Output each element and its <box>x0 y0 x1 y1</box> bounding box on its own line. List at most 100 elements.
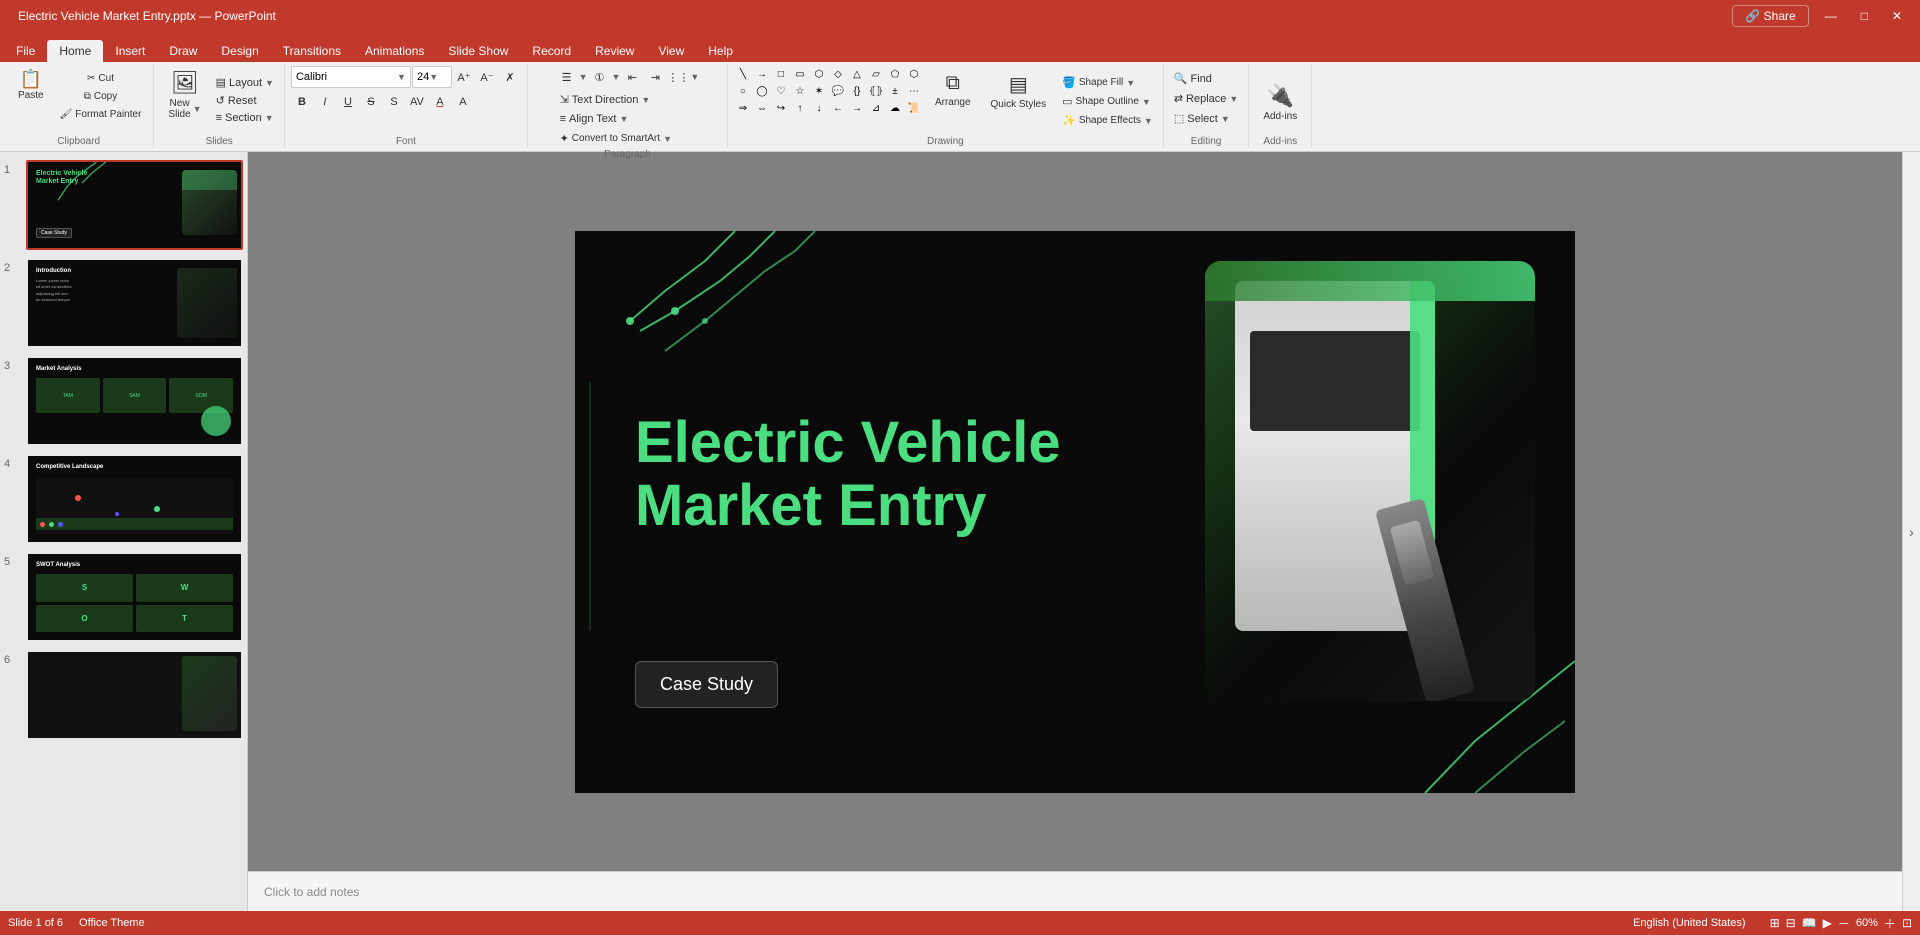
increase-font-button[interactable]: A⁺ <box>453 66 475 88</box>
shape-line[interactable]: ╲ <box>734 66 752 82</box>
slide-img-1[interactable]: Electric VehicleMarket Entry Case Study <box>26 160 243 250</box>
shape-notch[interactable]: ⊿ <box>867 100 885 116</box>
shape-cloud[interactable]: ☁ <box>886 100 904 116</box>
close-button[interactable]: ✕ <box>1884 7 1910 25</box>
shape-trapezoid[interactable]: ⬡ <box>810 66 828 82</box>
decrease-font-button[interactable]: A⁻ <box>476 66 498 88</box>
presenter-view-button[interactable]: ▶ <box>1823 916 1832 930</box>
slide-img-4[interactable]: Competitive Landscape <box>26 454 243 544</box>
shape-callout[interactable]: 💬 <box>829 83 847 99</box>
format-painter-button[interactable]: 🖌 Format Painter <box>54 106 148 123</box>
shape-diamond[interactable]: ◇ <box>829 66 847 82</box>
shape-oval[interactable]: ◯ <box>753 83 771 99</box>
shape-star6[interactable]: ✶ <box>810 83 828 99</box>
copy-button[interactable]: ⧉ Copy <box>54 88 148 105</box>
select-button[interactable]: ⬚ Select ▼ <box>1170 110 1234 127</box>
slide-thumb-1[interactable]: 1 Electric VehicleMarket Entry Case Stud… <box>4 160 243 250</box>
italic-button[interactable]: I <box>314 91 336 113</box>
strikethrough-button[interactable]: S <box>360 91 382 113</box>
tab-home[interactable]: Home <box>47 40 103 62</box>
paste-button[interactable]: 📋 Paste <box>10 66 52 105</box>
shadow-button[interactable]: S <box>383 91 405 113</box>
shape-bracket[interactable]: {} <box>848 83 866 99</box>
fit-window-button[interactable]: ⊡ <box>1902 916 1912 930</box>
tab-help[interactable]: Help <box>696 40 745 62</box>
slide-img-6[interactable] <box>26 650 243 740</box>
shape-triangle[interactable]: △ <box>848 66 866 82</box>
increase-indent-button[interactable]: ⇥ <box>644 66 666 88</box>
shape-uarrow[interactable]: ↑ <box>791 100 809 116</box>
shape-doublearrow[interactable]: ⇔ <box>753 100 771 116</box>
columns-button[interactable]: ⋮⋮ <box>667 66 689 88</box>
shape-brace[interactable]: ⦃⦄ <box>867 83 885 99</box>
shape-rarrow[interactable]: → <box>848 100 866 116</box>
text-direction-button[interactable]: ⇲ Text Direction ▼ <box>556 91 655 108</box>
maximize-button[interactable]: □ <box>1853 7 1876 25</box>
shape-heart[interactable]: ♡ <box>772 83 790 99</box>
section-button[interactable]: ≡ Section ▼ <box>212 110 278 126</box>
slide-canvas[interactable]: Electric Vehicle Market Entry Case Study <box>248 152 1902 871</box>
tab-insert[interactable]: Insert <box>103 40 157 62</box>
clear-format-button[interactable]: ✗ <box>499 66 521 88</box>
slide-img-3[interactable]: Market Analysis TAM SAM SOM <box>26 356 243 446</box>
shape-effects-button[interactable]: ✨ Shape Effects ▼ <box>1058 112 1157 129</box>
new-slide-button[interactable]: 🖼 New Slide ▼ <box>160 66 209 124</box>
tab-transitions[interactable]: Transitions <box>271 40 353 62</box>
tab-view[interactable]: View <box>646 40 696 62</box>
shape-fill-button[interactable]: 🪣 Shape Fill ▼ <box>1058 74 1157 91</box>
reading-view-button[interactable]: 📖 <box>1802 916 1817 930</box>
font-name-selector[interactable]: Calibri ▼ <box>291 66 411 88</box>
notes-bar[interactable]: Click to add notes <box>248 871 1902 911</box>
tab-review[interactable]: Review <box>583 40 646 62</box>
layout-button[interactable]: ▤ Layout ▼ <box>212 74 278 91</box>
slide-thumb-2[interactable]: 2 Introduction Lorem ipsum dolorsit amet… <box>4 258 243 348</box>
convert-smartart-button[interactable]: ✦ Convert to SmartArt ▼ <box>556 130 677 147</box>
replace-button[interactable]: ⇄ Replace ▼ <box>1170 90 1243 107</box>
collapse-icon[interactable]: › <box>1909 524 1914 540</box>
shape-scroll[interactable]: 📜 <box>905 100 923 116</box>
tab-draw[interactable]: Draw <box>157 40 209 62</box>
shape-arrow-line[interactable]: → <box>753 66 771 82</box>
shape-equation[interactable]: ± <box>886 83 904 99</box>
shape-parallelogram[interactable]: ▱ <box>867 66 885 82</box>
quick-styles-button[interactable]: ▤ Quick Styles <box>983 68 1055 114</box>
font-size-selector[interactable]: 24 ▼ <box>412 66 452 88</box>
shape-curvedarrow[interactable]: ↪ <box>772 100 790 116</box>
slide-img-5[interactable]: SWOT Analysis S W O T <box>26 552 243 642</box>
slide-thumb-5[interactable]: 5 SWOT Analysis S W O T <box>4 552 243 642</box>
cut-button[interactable]: ✂ Cut <box>54 70 148 87</box>
shape-rounded-rect[interactable]: ▭ <box>791 66 809 82</box>
slide-thumb-4[interactable]: 4 Competitive Landscape <box>4 454 243 544</box>
shape-larrow[interactable]: ← <box>829 100 847 116</box>
share-button[interactable]: 🔗 Share <box>1732 5 1808 27</box>
shape-star5[interactable]: ☆ <box>791 83 809 99</box>
tab-design[interactable]: Design <box>209 40 270 62</box>
find-button[interactable]: 🔍 Find <box>1170 70 1216 87</box>
shape-blockarrow[interactable]: ⇒ <box>734 100 752 116</box>
reset-button[interactable]: ↺ Reset <box>212 92 278 109</box>
font-color-button[interactable]: A <box>429 91 451 113</box>
tab-file[interactable]: File <box>4 40 47 62</box>
align-text-button[interactable]: ≡ Align Text ▼ <box>556 111 633 127</box>
underline-button[interactable]: U <box>337 91 359 113</box>
shape-outline-button[interactable]: ▭ Shape Outline ▼ <box>1058 93 1157 110</box>
slide-img-2[interactable]: Introduction Lorem ipsum dolorsit amet c… <box>26 258 243 348</box>
bullets-button[interactable]: ☰ <box>556 66 578 88</box>
zoom-out-button[interactable]: － <box>1838 915 1850 932</box>
slide-sorter-button[interactable]: ⊟ <box>1786 916 1796 930</box>
slide-thumb-6[interactable]: 6 <box>4 650 243 740</box>
shape-darrow[interactable]: ↓ <box>810 100 828 116</box>
shape-circle[interactable]: ○ <box>734 83 752 99</box>
tab-animations[interactable]: Animations <box>353 40 436 62</box>
normal-view-button[interactable]: ⊞ <box>1770 916 1780 930</box>
decrease-indent-button[interactable]: ⇤ <box>621 66 643 88</box>
zoom-in-button[interactable]: ＋ <box>1884 915 1896 932</box>
slide-thumb-3[interactable]: 3 Market Analysis TAM SAM SOM <box>4 356 243 446</box>
minimize-button[interactable]: — <box>1817 7 1845 25</box>
shape-rect[interactable]: □ <box>772 66 790 82</box>
shape-more[interactable]: ⋯ <box>905 83 923 99</box>
char-spacing-button[interactable]: AV <box>406 91 428 113</box>
shape-hexagon[interactable]: ⬡ <box>905 66 923 82</box>
shape-pentagon[interactable]: ⬠ <box>886 66 904 82</box>
tab-slideshow[interactable]: Slide Show <box>436 40 520 62</box>
